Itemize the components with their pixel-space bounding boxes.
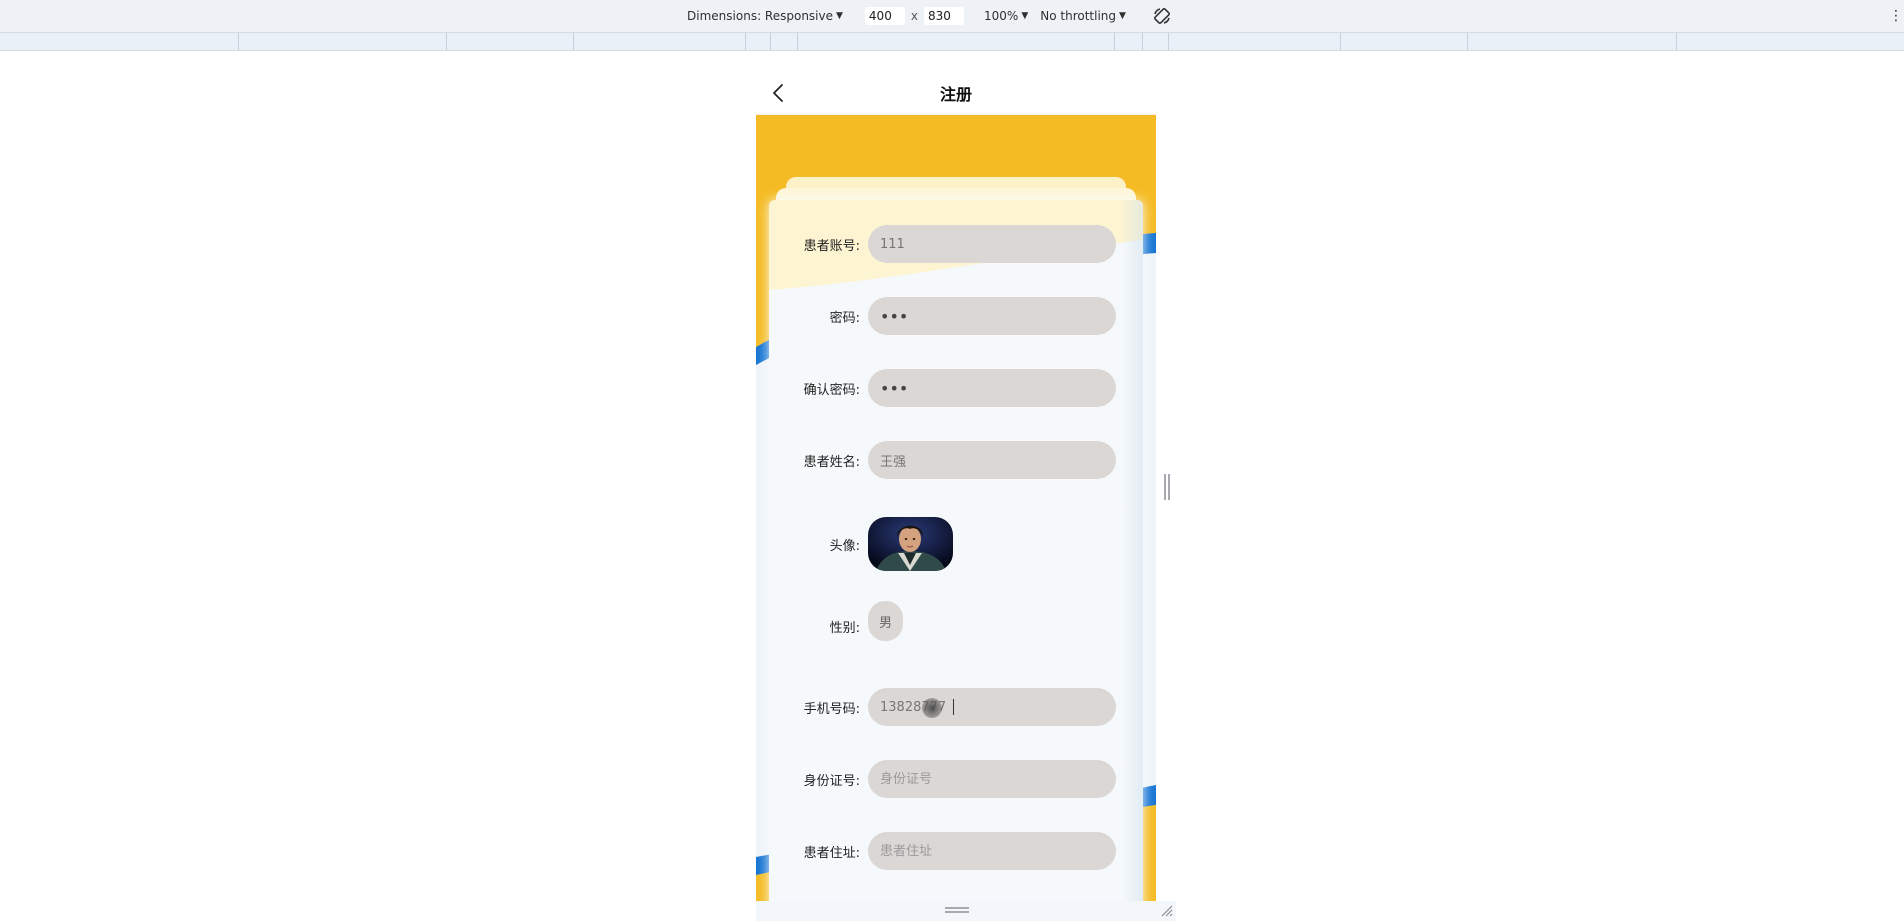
device-viewport: 注册 患者账号: 密码: [756,71,1156,901]
avatar-label: 头像: [829,538,860,554]
account-input[interactable] [868,225,1116,263]
back-icon[interactable] [768,81,792,105]
confirm-password-mask: ••• [880,378,909,398]
zoom-dropdown[interactable]: 100% ▼ [984,9,1028,23]
page-title: 注册 [939,84,972,104]
zoom-label: 100% [984,9,1019,23]
ruler-mark[interactable] [1168,33,1169,50]
nav-bar: 注册 [756,71,1156,115]
more-options-icon[interactable]: ⋮ [1888,6,1904,26]
ruler-mark[interactable] [1467,33,1468,50]
device-toolbar-controls: Dimensions: Responsive ▼ x 100% ▼ No thr… [687,6,1172,26]
dropdown-caret-icon: ▼ [836,11,843,21]
avatar-image[interactable] [868,517,953,571]
ruler-mark[interactable] [1114,33,1115,50]
dropdown-caret-icon: ▼ [1021,11,1029,21]
dimensions-label: Dimensions: Responsive [687,9,833,23]
account-label: 患者账号: [803,238,860,254]
rotate-icon[interactable] [1152,6,1172,26]
confirm-password-label: 确认密码: [803,382,860,398]
device-width-input[interactable] [864,7,905,25]
device-toolbar: Dimensions: Responsive ▼ x 100% ▼ No thr… [0,0,1904,33]
throttling-label: No throttling [1040,9,1117,23]
register-background: 患者账号: 密码: ••• 确认密码: ••• 患者姓名: [756,115,1156,901]
ruler-mark[interactable] [1142,33,1143,50]
resize-handle-right[interactable] [1160,474,1174,502]
password-input[interactable]: ••• [868,297,1116,335]
ruler-mark[interactable] [1676,33,1677,50]
ruler-mark[interactable] [573,33,574,50]
gender-label: 性别: [829,620,860,636]
password-mask: ••• [880,306,909,326]
resize-handle-bottom[interactable] [942,905,972,915]
password-row: 密码: ••• [769,297,1143,335]
password-label: 密码: [829,310,860,326]
phone-input[interactable] [868,688,1116,726]
id-card-row: 身份证号: [769,760,1143,798]
avatar-row: 头像: [769,517,1143,571]
id-card-label: 身份证号: [803,773,860,789]
ruler-mark[interactable] [1340,33,1341,50]
dimension-separator: x [910,9,919,23]
phone-row: 手机号码: [769,688,1143,726]
name-input[interactable] [868,441,1116,479]
address-input[interactable] [868,832,1116,870]
register-form-card: 患者账号: 密码: ••• 确认密码: ••• 患者姓名: [769,200,1143,901]
resize-corner-icon[interactable] [1160,903,1174,917]
gender-value: 男 [878,615,892,631]
gender-selector[interactable]: 男 [868,601,903,641]
account-row: 患者账号: [769,225,1143,263]
name-label: 患者姓名: [803,454,860,470]
ruler-mark[interactable] [770,33,771,50]
ruler-mark[interactable] [238,33,239,50]
name-row: 患者姓名: [769,441,1143,479]
address-row: 患者住址: [769,832,1143,870]
confirm-password-input[interactable]: ••• [868,369,1116,407]
throttling-dropdown[interactable]: No throttling ▼ [1040,9,1126,23]
device-height-input[interactable] [924,7,965,25]
media-query-ruler [0,33,1904,51]
dropdown-caret-icon: ▼ [1119,11,1126,21]
text-caret [953,699,954,715]
ruler-mark[interactable] [446,33,447,50]
id-card-input[interactable] [868,760,1116,798]
confirm-password-row: 确认密码: ••• [769,369,1143,407]
phone-label: 手机号码: [803,701,860,717]
gender-row: 性别: 男 [769,601,1143,641]
ruler-mark[interactable] [745,33,746,50]
dimensions-dropdown[interactable]: Dimensions: Responsive ▼ [687,9,843,23]
ruler-mark[interactable] [797,33,798,50]
address-label: 患者住址: [803,845,860,861]
